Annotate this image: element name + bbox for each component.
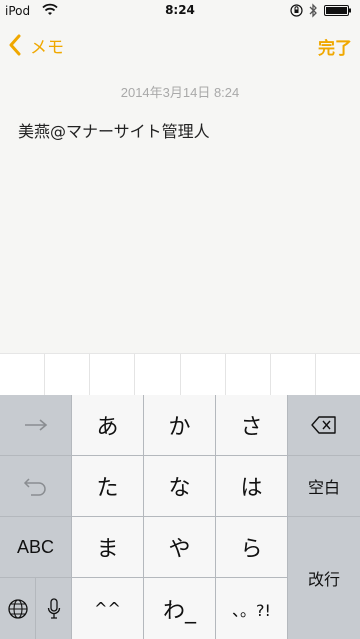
arrow-right-icon — [24, 419, 47, 431]
space-key[interactable]: 空白 — [288, 456, 360, 517]
back-button-label: メモ — [30, 37, 64, 58]
done-button[interactable]: 完了 — [318, 34, 352, 59]
key-ka[interactable]: か — [144, 395, 216, 456]
key-punctuation[interactable]: 、。?! — [216, 578, 288, 639]
delete-key[interactable] — [288, 395, 360, 456]
kana-keyboard: あ か さ た な は 空白 ABC ま や ら 改行 ^^ わ_ 、。?! — [0, 395, 360, 639]
backspace-icon — [311, 416, 336, 434]
key-ta[interactable]: た — [72, 456, 144, 517]
prediction-cell[interactable] — [316, 354, 360, 395]
chevron-left-icon — [9, 34, 21, 56]
back-button[interactable]: メモ — [8, 32, 64, 58]
key-ra[interactable]: ら — [216, 517, 288, 578]
globe-key[interactable] — [0, 578, 36, 639]
abc-key[interactable]: ABC — [0, 517, 72, 578]
prediction-cell[interactable] — [45, 354, 91, 395]
undo-key[interactable] — [0, 456, 72, 517]
undo-icon — [23, 478, 46, 496]
prediction-cell[interactable] — [0, 354, 46, 395]
note-text-area[interactable]: 美燕@マナーサイト管理人 — [18, 118, 348, 142]
key-a[interactable]: あ — [72, 395, 144, 456]
status-bar: iPod 8:24 — [0, 0, 360, 22]
prediction-cell[interactable] — [226, 354, 271, 395]
key-wa[interactable]: わ_ — [144, 578, 216, 639]
prediction-cell[interactable] — [181, 354, 226, 395]
cursor-right-key[interactable] — [0, 395, 72, 456]
clock: 8:24 — [165, 3, 195, 17]
prediction-cell[interactable] — [90, 354, 136, 395]
key-ha[interactable]: は — [216, 456, 288, 517]
key-ya[interactable]: や — [144, 517, 216, 578]
key-kaomoji[interactable]: ^^ — [72, 578, 144, 639]
key-sa[interactable]: さ — [216, 395, 288, 456]
microphone-icon — [47, 597, 60, 619]
dictation-key[interactable] — [36, 578, 72, 639]
battery-icon — [324, 5, 351, 16]
prediction-cell[interactable] — [271, 354, 316, 395]
key-na[interactable]: な — [144, 456, 216, 517]
globe-icon — [7, 598, 28, 619]
bluetooth-icon — [309, 3, 317, 18]
orientation-lock-icon — [290, 4, 303, 17]
note-date: 2014年3月14日 8:24 — [120, 85, 240, 100]
key-ma[interactable]: ま — [72, 517, 144, 578]
prediction-bar — [0, 353, 360, 395]
prediction-cell[interactable] — [135, 354, 181, 395]
navigation-bar: メモ 完了 — [0, 22, 360, 66]
return-key[interactable]: 改行 — [288, 517, 360, 639]
